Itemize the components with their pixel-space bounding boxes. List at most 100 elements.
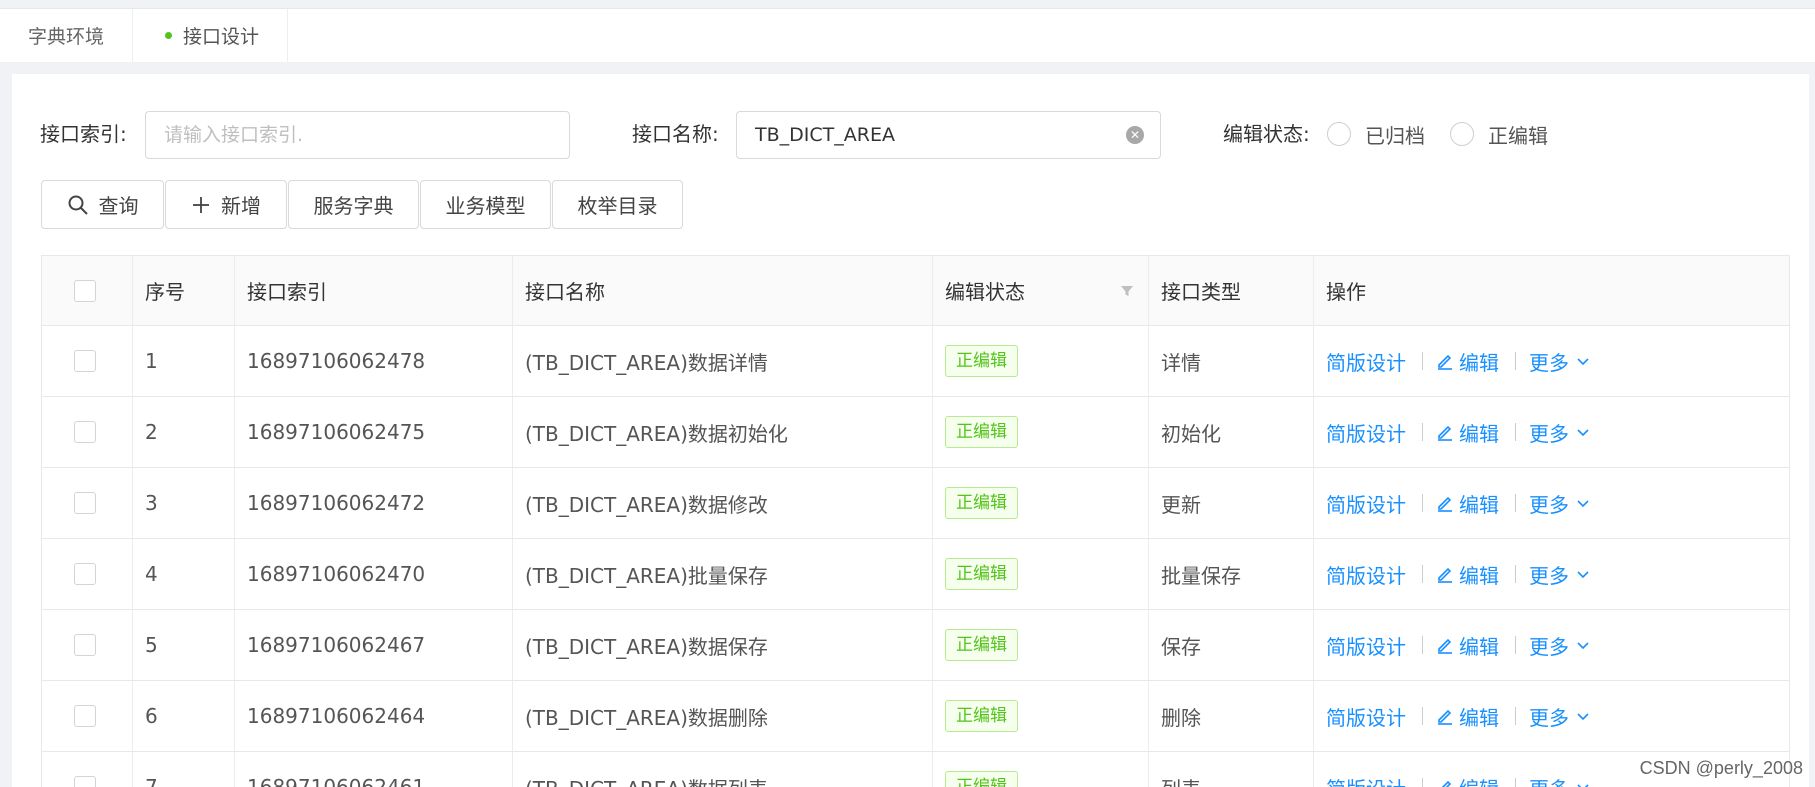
divider: [1422, 778, 1423, 787]
cell-actions: 简版设计 编辑 更多: [1314, 397, 1789, 467]
name-input[interactable]: TB_DICT_AREA: [736, 111, 1161, 159]
pencil-icon: [1438, 496, 1452, 512]
cell-type: 列表: [1149, 752, 1314, 787]
cell-name: (TB_DICT_AREA)数据删除: [513, 681, 933, 751]
pencil-icon: [1438, 425, 1452, 441]
status-badge: 正编辑: [945, 487, 1018, 519]
add-button[interactable]: 新增: [165, 180, 287, 229]
edit-link[interactable]: 编辑: [1436, 773, 1499, 787]
row-checkbox[interactable]: [74, 634, 96, 656]
divider: [1515, 636, 1516, 654]
radio-circle-icon: [1450, 122, 1474, 146]
design-link[interactable]: 简版设计: [1326, 347, 1406, 376]
chevron-down-icon: [1577, 784, 1589, 787]
table-header: 序号 接口索引 接口名称 编辑状态 接口类型 操作: [42, 256, 1789, 326]
main-panel: 接口索引: 请输入接口索引. 接口名称: TB_DICT_AREA ✕ 编辑状态…: [12, 74, 1809, 787]
cell-type: 批量保存: [1149, 539, 1314, 609]
design-link[interactable]: 简版设计: [1326, 631, 1406, 660]
radio-circle-icon: [1327, 122, 1351, 146]
business-model-button[interactable]: 业务模型: [420, 180, 551, 229]
divider: [1422, 352, 1423, 370]
search-icon: [68, 195, 88, 215]
edit-link[interactable]: 编辑: [1436, 702, 1499, 731]
filter-icon[interactable]: [1120, 284, 1134, 298]
tab-interface-design[interactable]: 接口设计: [133, 9, 289, 62]
row-checkbox[interactable]: [74, 421, 96, 443]
pencil-icon: [1438, 354, 1452, 370]
radio-archived[interactable]: 已归档: [1327, 111, 1425, 157]
row-checkbox[interactable]: [74, 492, 96, 514]
cell-type: 删除: [1149, 681, 1314, 751]
cell-no: 5: [133, 610, 235, 680]
table-row: 6 16897106062464 (TB_DICT_AREA)数据删除 正编辑 删除 简版…: [42, 681, 1789, 752]
edit-link[interactable]: 编辑: [1436, 347, 1499, 376]
row-checkbox[interactable]: [74, 705, 96, 727]
edit-link[interactable]: 编辑: [1436, 631, 1499, 660]
edit-label: 编辑: [1459, 705, 1499, 730]
more-dropdown[interactable]: 更多: [1529, 702, 1590, 731]
more-label: 更多: [1529, 705, 1569, 730]
more-label: 更多: [1529, 634, 1569, 659]
business-model-label: 业务模型: [445, 194, 526, 218]
table-row: 1 16897106062478 (TB_DICT_AREA)数据详情 正编辑 详情 简版…: [42, 326, 1789, 397]
query-button[interactable]: 查询: [41, 180, 164, 229]
cell-type: 初始化: [1149, 397, 1314, 467]
edit-link[interactable]: 编辑: [1436, 489, 1499, 518]
enum-catalog-button[interactable]: 枚举目录: [552, 180, 683, 229]
more-dropdown[interactable]: 更多: [1529, 631, 1590, 660]
cell-no: 4: [133, 539, 235, 609]
status-badge: 正编辑: [945, 416, 1018, 448]
service-dict-button[interactable]: 服务字典: [288, 180, 419, 229]
cell-index: 16897106062467: [235, 610, 513, 680]
design-link[interactable]: 简版设计: [1326, 418, 1406, 447]
chevron-down-icon: [1577, 571, 1589, 579]
more-label: 更多: [1529, 421, 1569, 446]
service-dict-label: 服务字典: [313, 194, 394, 218]
edit-label: 编辑: [1459, 421, 1499, 446]
divider: [1515, 494, 1516, 512]
header-actions: 操作: [1326, 280, 1366, 304]
more-dropdown[interactable]: 更多: [1529, 489, 1590, 518]
cell-actions: 简版设计 编辑 更多: [1314, 468, 1789, 538]
chevron-down-icon: [1577, 500, 1589, 508]
radio-editing[interactable]: 正编辑: [1450, 111, 1548, 157]
status-badge: 正编辑: [945, 345, 1018, 377]
edit-label: 编辑: [1459, 492, 1499, 517]
more-dropdown[interactable]: 更多: [1529, 560, 1590, 589]
chevron-down-icon: [1577, 642, 1589, 650]
header-index: 接口索引: [235, 256, 513, 325]
chevron-down-icon: [1577, 358, 1589, 366]
more-dropdown[interactable]: 更多: [1529, 773, 1590, 787]
row-checkbox[interactable]: [74, 776, 96, 787]
divider: [1422, 636, 1423, 654]
clear-icon[interactable]: ✕: [1126, 126, 1144, 144]
tab-dict-env[interactable]: 字典环境: [0, 9, 134, 62]
more-label: 更多: [1529, 773, 1569, 787]
select-all-checkbox[interactable]: [74, 279, 96, 302]
design-link[interactable]: 简版设计: [1326, 773, 1406, 787]
cell-status: 正编辑: [933, 326, 1149, 396]
more-dropdown[interactable]: 更多: [1529, 347, 1590, 376]
cell-name: (TB_DICT_AREA)批量保存: [513, 539, 933, 609]
more-label: 更多: [1529, 350, 1569, 375]
design-link[interactable]: 简版设计: [1326, 489, 1406, 518]
design-link[interactable]: 简版设计: [1326, 702, 1406, 731]
design-link[interactable]: 简版设计: [1326, 560, 1406, 589]
divider: [1515, 707, 1516, 725]
edit-link[interactable]: 编辑: [1436, 418, 1499, 447]
cell-status: 正编辑: [933, 681, 1149, 751]
cell-type: 保存: [1149, 610, 1314, 680]
status-badge: 正编辑: [945, 700, 1018, 732]
header-status-label: 编辑状态: [945, 280, 1025, 304]
row-checkbox[interactable]: [74, 563, 96, 585]
row-checkbox[interactable]: [74, 350, 96, 372]
cell-status: 正编辑: [933, 610, 1149, 680]
divider: [1422, 565, 1423, 583]
more-dropdown[interactable]: 更多: [1529, 418, 1590, 447]
table-row: 4 16897106062470 (TB_DICT_AREA)批量保存 正编辑 批量保存…: [42, 539, 1789, 610]
cell-index: 16897106062461: [235, 752, 513, 787]
radio-label: 已归档: [1365, 123, 1425, 148]
cell-actions: 简版设计 编辑 更多: [1314, 610, 1789, 680]
index-input[interactable]: 请输入接口索引.: [145, 111, 570, 159]
edit-link[interactable]: 编辑: [1436, 560, 1499, 589]
